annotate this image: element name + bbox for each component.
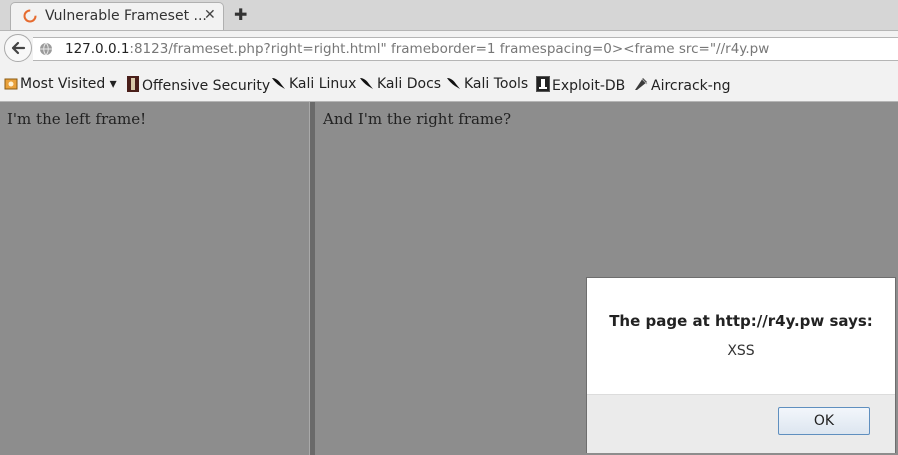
back-button[interactable] (4, 34, 32, 62)
kali-dragon-icon (447, 78, 460, 89)
bookmark-label: Kali Tools (464, 76, 529, 92)
left-frame: I'm the left frame! (0, 102, 309, 455)
bookmark-label: Kali Docs (377, 76, 442, 92)
dialog-message: XSS (727, 343, 755, 359)
bookmark-label: Aircrack-ng (651, 78, 731, 94)
alert-dialog: The page at http://r4y.pw says: XSS OK (586, 277, 896, 453)
back-arrow-icon (11, 41, 26, 55)
close-tab-icon[interactable]: ✕ (204, 7, 216, 23)
bookmark-kali-docs[interactable]: Kali Docs (359, 76, 441, 92)
most-visited-icon (4, 78, 18, 90)
dialog-footer: OK (587, 394, 895, 453)
bookmark-exploit-db[interactable]: Exploit-DB (536, 76, 625, 94)
tab-title: Vulnerable Frameset ... (45, 8, 207, 24)
new-tab-button[interactable]: ✚ (234, 5, 247, 24)
bookmark-label: Exploit-DB (552, 78, 626, 94)
dialog-title: The page at http://r4y.pw says: (609, 312, 873, 330)
url-text: 127.0.0.1:8123/frameset.php?right=right.… (65, 41, 769, 57)
navigation-bar: 127.0.0.1:8123/frameset.php?right=right.… (0, 31, 898, 67)
url-host: 127.0.0.1 (65, 41, 130, 57)
offsec-icon (127, 76, 139, 92)
tab-strip: Vulnerable Frameset ... ✕ ✚ (0, 0, 898, 31)
kali-dragon-icon (272, 78, 285, 89)
bookmark-kali-tools[interactable]: Kali Tools (446, 76, 528, 92)
bookmark-label: Most Visited ▾ (20, 76, 117, 92)
kali-dragon-icon (360, 78, 373, 89)
left-frame-text: I'm the left frame! (7, 110, 147, 128)
globe-icon (40, 42, 52, 56)
bookmark-most-visited[interactable]: Most Visited ▾ (4, 76, 117, 92)
bookmarks-toolbar: Most Visited ▾ Offensive Security Kali L… (0, 67, 898, 102)
bookmark-aircrack-ng[interactable]: Aircrack-ng (633, 76, 731, 94)
right-frame-text: And I'm the right frame? (323, 110, 512, 128)
aircrack-icon (635, 78, 648, 90)
bookmark-label: Kali Linux (289, 76, 357, 92)
url-path: :8123/frameset.php?right=right.html" fra… (129, 41, 770, 57)
bookmark-offensive-security[interactable]: Offensive Security (126, 76, 270, 94)
firefox-loading-icon (23, 9, 37, 23)
exploitdb-icon (536, 76, 550, 92)
tab-vulnerable-frameset[interactable]: Vulnerable Frameset ... ✕ (10, 2, 224, 30)
address-bar[interactable]: 127.0.0.1:8123/frameset.php?right=right.… (33, 37, 898, 61)
bookmark-label: Offensive Security (142, 78, 271, 94)
bookmark-kali-linux[interactable]: Kali Linux (271, 76, 356, 92)
ok-button[interactable]: OK (778, 407, 870, 435)
